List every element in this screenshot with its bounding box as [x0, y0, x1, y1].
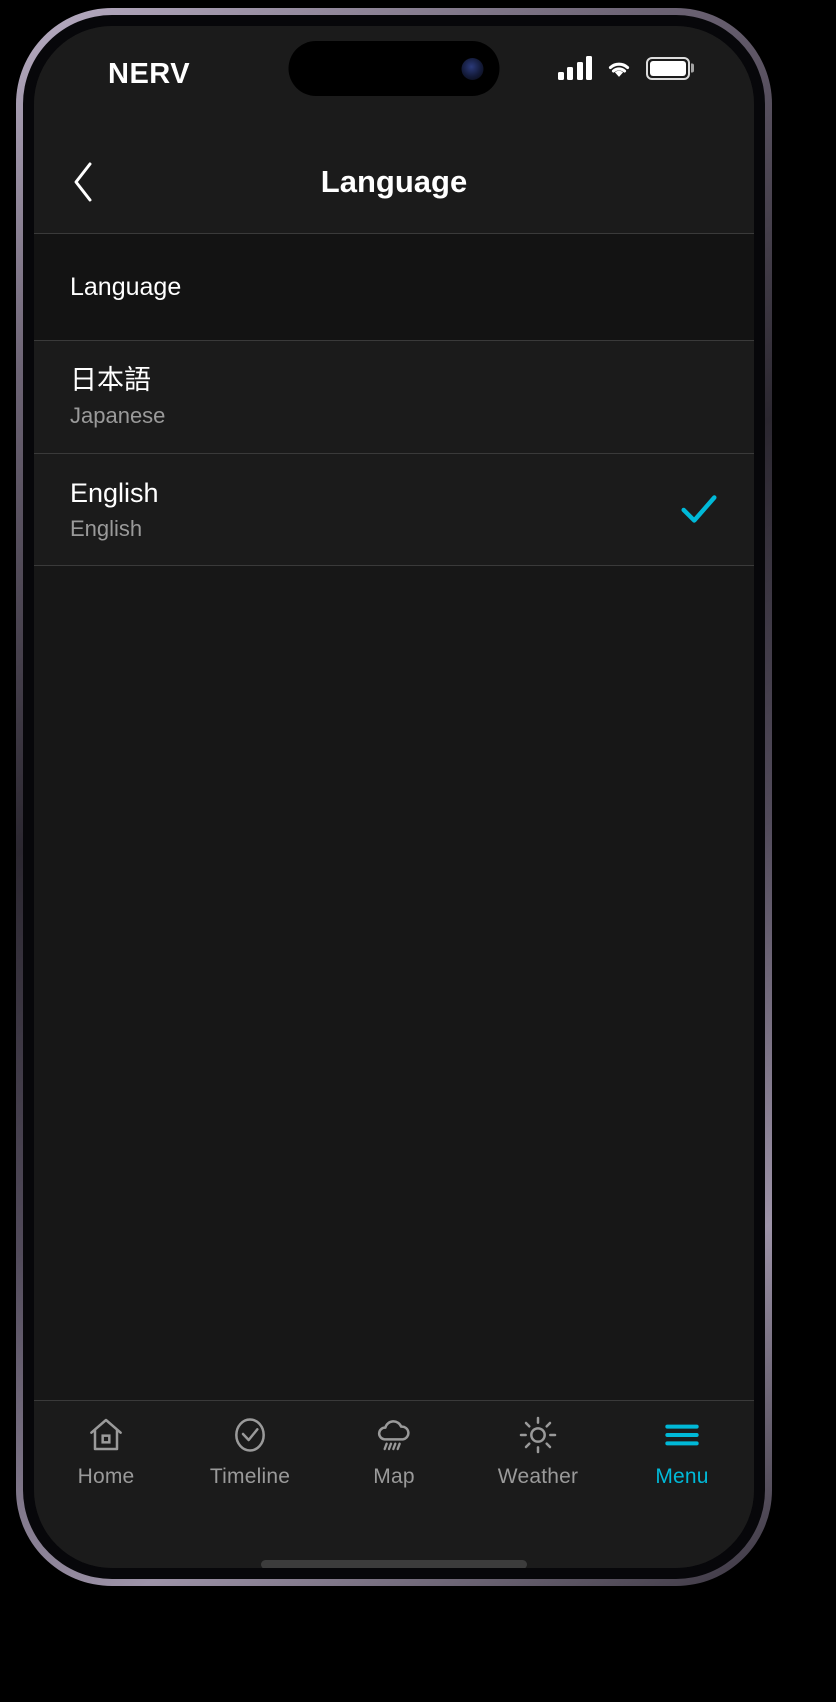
back-button[interactable]	[52, 151, 114, 213]
language-native-name: 日本語	[70, 365, 151, 395]
tab-label: Weather	[497, 1465, 579, 1488]
status-bar: NERV	[34, 26, 754, 130]
language-list: Language 日本語 Japanese English English	[34, 234, 754, 1400]
battery-icon	[646, 56, 690, 80]
wifi-icon	[608, 62, 630, 77]
home-indicator[interactable]	[261, 1559, 527, 1568]
phone-screen: NERV Language Language 日本語 Japanese Engl…	[34, 26, 754, 1568]
language-english-name: Japanese	[70, 402, 166, 428]
tab-label: Menu	[655, 1465, 709, 1488]
status-indicators	[557, 56, 690, 80]
tab-label: Map	[373, 1465, 415, 1488]
tab-weather[interactable]: Weather	[466, 1415, 610, 1489]
language-native-name: English	[70, 477, 159, 508]
section-header: Language	[34, 234, 754, 341]
tab-timeline[interactable]: Timeline	[178, 1415, 322, 1489]
phone-bezel: NERV Language Language 日本語 Japanese Engl…	[23, 15, 765, 1579]
language-row-english[interactable]: English English	[34, 453, 754, 567]
front-camera-icon	[461, 57, 484, 80]
language-row-japanese[interactable]: 日本語 Japanese	[34, 341, 754, 454]
rain-cloud-icon	[377, 1420, 410, 1451]
page-title: Language	[320, 163, 468, 199]
carrier-label: NERV	[108, 58, 191, 90]
checkmark-icon	[681, 495, 717, 524]
phone-frame: NERV Language Language 日本語 Japanese Engl…	[16, 8, 772, 1586]
tab-label: Timeline	[209, 1465, 291, 1488]
phone-stage: NERV Language Language 日本語 Japanese Engl…	[0, 0, 836, 1702]
tab-map[interactable]: Map	[322, 1415, 466, 1489]
tab-menu[interactable]: Menu	[610, 1415, 754, 1489]
tab-label: Home	[77, 1465, 135, 1488]
home-icon	[90, 1418, 122, 1451]
language-english-name: English	[70, 515, 143, 541]
check-circle-icon	[235, 1418, 265, 1452]
navigation-bar: Language	[34, 130, 754, 234]
tab-home[interactable]: Home	[34, 1415, 178, 1489]
bottom-tab-bar: Home Timeline Map Weather Menu	[34, 1400, 754, 1520]
sun-icon	[519, 1416, 557, 1454]
section-header-label: Language	[70, 272, 182, 301]
hamburger-menu-icon	[665, 1424, 699, 1446]
home-indicator-area	[34, 1520, 754, 1568]
chevron-left-icon	[74, 162, 92, 201]
signal-bars-icon	[557, 56, 592, 80]
dynamic-island	[288, 41, 500, 96]
